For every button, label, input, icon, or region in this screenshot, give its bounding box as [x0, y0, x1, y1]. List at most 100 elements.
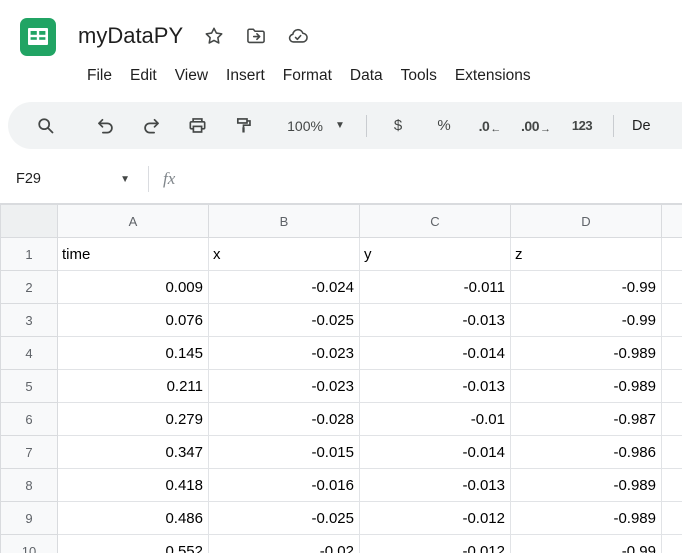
cell[interactable]: -0.015	[209, 436, 360, 469]
column-header-b[interactable]: B	[209, 205, 360, 238]
cell[interactable]: -0.025	[209, 502, 360, 535]
cell[interactable]	[662, 436, 682, 469]
cell[interactable]: -0.014	[360, 337, 511, 370]
menu-item-extensions[interactable]: Extensions	[446, 63, 540, 89]
column-header[interactable]	[662, 205, 682, 238]
google-sheets-app: myDataPY FileEditViewInsertFormatDataToo…	[0, 0, 682, 553]
sheet-body: 1timexyz20.009-0.024-0.011-0.9930.076-0.…	[1, 238, 682, 553]
cell[interactable]: -0.014	[360, 436, 511, 469]
column-header-d[interactable]: D	[511, 205, 662, 238]
row-header-1[interactable]: 1	[1, 238, 58, 271]
menu-item-tools[interactable]: Tools	[392, 63, 446, 89]
column-header-a[interactable]: A	[58, 205, 209, 238]
menu-item-edit[interactable]: Edit	[121, 63, 166, 89]
cell[interactable]: -0.011	[360, 271, 511, 304]
decrease-decimal-button[interactable]: .0←	[467, 108, 513, 144]
cell[interactable]	[662, 469, 682, 502]
cell[interactable]: 0.418	[58, 469, 209, 502]
cloud-status-icon[interactable]	[287, 25, 309, 47]
cell[interactable]: y	[360, 238, 511, 271]
cell[interactable]	[662, 304, 682, 337]
row-header-7[interactable]: 7	[1, 436, 58, 469]
cell[interactable]: -0.02	[209, 535, 360, 553]
cell[interactable]: -0.013	[360, 370, 511, 403]
cell[interactable]: -0.989	[511, 337, 662, 370]
cell[interactable]: -0.012	[360, 535, 511, 553]
menu-item-view[interactable]: View	[166, 63, 217, 89]
select-all-corner[interactable]	[1, 205, 58, 238]
menu-item-format[interactable]: Format	[274, 63, 341, 89]
row-header-3[interactable]: 3	[1, 304, 58, 337]
cell[interactable]: -0.016	[209, 469, 360, 502]
cell[interactable]: -0.023	[209, 370, 360, 403]
zoom-selector[interactable]: 100% ▼	[274, 108, 358, 144]
cell[interactable]: -0.99	[511, 271, 662, 304]
cell[interactable]: z	[511, 238, 662, 271]
row-header-6[interactable]: 6	[1, 403, 58, 436]
cell[interactable]: 0.552	[58, 535, 209, 553]
cell[interactable]: 0.486	[58, 502, 209, 535]
cell[interactable]: 0.279	[58, 403, 209, 436]
cell[interactable]: -0.012	[360, 502, 511, 535]
cell[interactable]: 0.009	[58, 271, 209, 304]
row-header-2[interactable]: 2	[1, 271, 58, 304]
paint-format-icon[interactable]	[220, 108, 266, 144]
cell[interactable]: -0.986	[511, 436, 662, 469]
cell[interactable]: -0.989	[511, 469, 662, 502]
row-header-4[interactable]: 4	[1, 337, 58, 370]
row-header-8[interactable]: 8	[1, 469, 58, 502]
cell[interactable]: -0.989	[511, 370, 662, 403]
cell[interactable]: -0.987	[511, 403, 662, 436]
cell[interactable]: -0.025	[209, 304, 360, 337]
star-icon[interactable]	[203, 25, 225, 47]
cell[interactable]: 0.347	[58, 436, 209, 469]
move-to-folder-icon[interactable]	[245, 25, 267, 47]
cell[interactable]: 0.211	[58, 370, 209, 403]
sheet-row-1: 1timexyz	[1, 238, 682, 271]
menu-item-data[interactable]: Data	[341, 63, 392, 89]
undo-icon[interactable]	[82, 108, 128, 144]
sheets-logo-icon[interactable]	[18, 17, 58, 57]
number-format-button[interactable]: 123	[559, 108, 605, 144]
redo-icon[interactable]	[128, 108, 174, 144]
column-header-c[interactable]: C	[360, 205, 511, 238]
menu-item-file[interactable]: File	[78, 63, 121, 89]
toolbar: 100% ▼ $ % .0← .00→ 123 De	[8, 102, 682, 149]
document-title[interactable]: myDataPY	[78, 23, 183, 49]
cell[interactable]: 0.145	[58, 337, 209, 370]
fx-icon[interactable]: fx	[163, 169, 175, 189]
sheet-row-2: 20.009-0.024-0.011-0.99	[1, 271, 682, 304]
menu-item-insert[interactable]: Insert	[217, 63, 274, 89]
cell[interactable]	[662, 370, 682, 403]
cell[interactable]: -0.01	[360, 403, 511, 436]
cell[interactable]: x	[209, 238, 360, 271]
cell[interactable]	[662, 271, 682, 304]
chevron-down-icon: ▼	[335, 120, 345, 131]
cell[interactable]: -0.028	[209, 403, 360, 436]
cell[interactable]: -0.013	[360, 469, 511, 502]
search-icon[interactable]	[22, 108, 68, 144]
cell[interactable]: 0.076	[58, 304, 209, 337]
row-header-5[interactable]: 5	[1, 370, 58, 403]
cell[interactable]: -0.99	[511, 304, 662, 337]
cell[interactable]: -0.99	[511, 535, 662, 553]
cell[interactable]: -0.989	[511, 502, 662, 535]
print-icon[interactable]	[174, 108, 220, 144]
row-header-9[interactable]: 9	[1, 502, 58, 535]
cell[interactable]: time	[58, 238, 209, 271]
cell[interactable]	[662, 403, 682, 436]
name-box[interactable]: F29 ▼	[12, 164, 140, 194]
header-content: myDataPY FileEditViewInsertFormatDataToo…	[78, 14, 540, 94]
cell[interactable]: -0.024	[209, 271, 360, 304]
font-selector[interactable]: De	[632, 118, 651, 134]
cell[interactable]: -0.013	[360, 304, 511, 337]
cell[interactable]	[662, 238, 682, 271]
cell[interactable]	[662, 535, 682, 553]
cell[interactable]: -0.023	[209, 337, 360, 370]
cell[interactable]	[662, 337, 682, 370]
cell[interactable]	[662, 502, 682, 535]
increase-decimal-button[interactable]: .00→	[513, 108, 559, 144]
format-percent-button[interactable]: %	[421, 108, 467, 144]
format-currency-button[interactable]: $	[375, 108, 421, 144]
row-header-10[interactable]: 10	[1, 535, 58, 553]
